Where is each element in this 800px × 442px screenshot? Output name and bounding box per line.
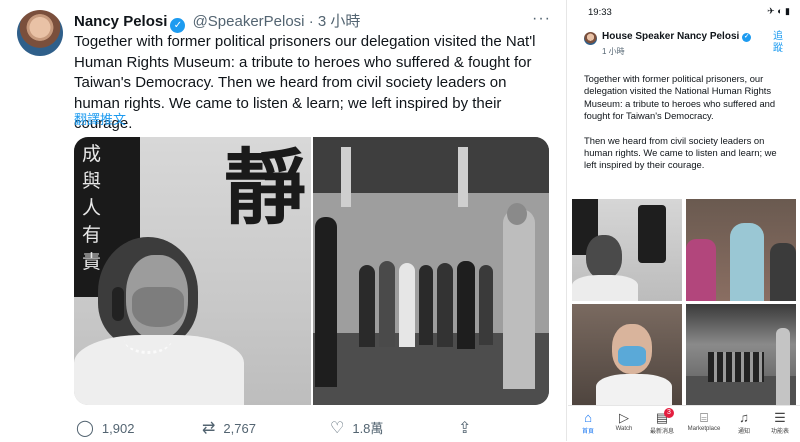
avatar[interactable] — [584, 32, 597, 45]
group-person — [479, 265, 493, 345]
tile-speaker — [776, 328, 790, 406]
speaker-person — [503, 209, 535, 389]
verified-badge-icon: ✓ — [170, 18, 186, 33]
author-name[interactable]: Nancy Pelosi — [74, 13, 167, 30]
author-handle[interactable]: @SpeakerPelosi — [193, 13, 305, 30]
notification-badge: 3 — [664, 408, 674, 418]
retweet-action[interactable]: ⇄ 2,767 — [202, 418, 256, 438]
tile-jacket — [572, 275, 638, 301]
grid-photo-listening[interactable] — [572, 304, 682, 406]
tab-label: Marketplace — [687, 426, 721, 432]
tab-home[interactable]: ⌂ 首頁 — [568, 410, 608, 435]
tab-notifications[interactable]: ♫ 通知 — [724, 410, 764, 435]
group-person-pelosi — [399, 263, 415, 347]
tab-marketplace[interactable]: ⌸ Marketplace — [682, 410, 726, 432]
tile-figure — [730, 223, 764, 301]
group-person — [359, 265, 375, 347]
tile-figure-left — [686, 239, 716, 301]
tweet-text: Together with former political prisoners… — [74, 33, 536, 132]
tile-mask — [618, 346, 646, 366]
calligraphy-char: 成 — [82, 143, 102, 165]
tile-figure — [586, 235, 622, 279]
tab-label: 最新消息 — [649, 429, 674, 435]
status-icons: ✈ ◐ ▮ — [767, 6, 790, 16]
tweet-header: Nancy Pelosi ✓ @SpeakerPelosi · 3 小時 — [74, 10, 360, 33]
reply-action[interactable]: ◯ 1,902 — [76, 418, 134, 438]
tile-jacket — [596, 374, 672, 406]
tile-group — [708, 352, 764, 382]
large-calligraphy-char: 靜 — [224, 140, 307, 236]
separator: · — [308, 13, 314, 30]
retweet-count: 2,767 — [223, 421, 256, 436]
tweet-time[interactable]: 3 小時 — [318, 13, 361, 30]
photo-pelosi-portrait[interactable]: 成 與 人 有 責 靜 — [74, 137, 311, 405]
post-text: Together with former political prisoners… — [584, 73, 784, 172]
tile-calligraphy — [638, 205, 666, 263]
grid-photo-speaking[interactable] — [686, 199, 796, 301]
verified-badge-icon: ✓ — [742, 33, 752, 42]
menu-icon: ☰ — [774, 410, 786, 425]
reply-icon: ◯ — [76, 420, 94, 437]
tab-menu[interactable]: ☰ 功能表 — [760, 410, 800, 435]
tile-figure-right — [770, 243, 796, 301]
post-time[interactable]: 1 小時 — [602, 46, 625, 57]
follow-button[interactable]: 追蹤 — [773, 31, 785, 55]
grid-photo-group[interactable] — [686, 304, 796, 406]
share-action[interactable]: ⇪ — [458, 418, 479, 438]
post-paragraph: Together with former political prisoners… — [584, 73, 776, 122]
tweet-media[interactable]: 成 與 人 有 責 靜 — [74, 137, 549, 405]
calligraphy-column: 成 與 人 有 責 — [82, 141, 108, 276]
post-photo-grid[interactable] — [572, 199, 796, 406]
news-icon: ▤ — [655, 410, 669, 425]
pearl-necklace — [124, 325, 172, 354]
tweet-card[interactable]: Nancy Pelosi ✓ @SpeakerPelosi · 3 小時 ··· … — [0, 0, 562, 441]
face-mask — [132, 287, 184, 327]
bell-icon: ♫ — [739, 410, 749, 425]
group-person — [457, 261, 475, 349]
home-icon: ⌂ — [584, 410, 592, 425]
calligraphy-char: 人 — [82, 197, 102, 219]
avatar[interactable] — [17, 10, 63, 56]
page-name[interactable]: House Speaker Nancy Pelosi ✓ — [602, 31, 752, 42]
tab-news[interactable]: ▤ 3 最新消息 — [642, 408, 682, 435]
tab-label: 首頁 — [581, 429, 594, 435]
tab-watch[interactable]: ▷ Watch — [604, 410, 644, 432]
panel-divider — [566, 0, 567, 441]
watch-icon: ▷ — [619, 410, 629, 425]
like-action[interactable]: ♡ 1.8萬 — [330, 418, 383, 438]
like-count: 1.8萬 — [352, 421, 384, 436]
person-left — [315, 217, 337, 387]
tab-label: 功能表 — [770, 429, 789, 435]
facebook-mobile-screenshot: 19:33 ✈ ◐ ▮ House Speaker Nancy Pelosi ✓… — [568, 0, 800, 441]
share-icon: ⇪ — [458, 420, 472, 437]
retweet-icon: ⇄ — [202, 420, 216, 437]
tab-label: Watch — [615, 426, 633, 432]
grid-photo-portrait[interactable] — [572, 199, 682, 301]
post-paragraph: Then we heard from civil society leaders… — [584, 134, 777, 171]
status-time: 19:33 — [588, 7, 612, 18]
group-person — [379, 261, 395, 347]
calligraphy-char: 有 — [82, 224, 102, 246]
speaker-head — [507, 203, 527, 225]
marketplace-icon: ⌸ — [700, 410, 708, 425]
bottom-tab-bar: ⌂ 首頁 ▷ Watch ▤ 3 最新消息 ⌸ Marketplace ♫ 通知… — [568, 405, 800, 442]
group-person — [419, 265, 433, 345]
reply-count: 1,902 — [101, 421, 135, 436]
more-icon[interactable]: ··· — [532, 10, 551, 28]
tab-label: 通知 — [737, 429, 750, 435]
like-icon: ♡ — [330, 420, 345, 437]
headset-icon — [112, 287, 124, 321]
calligraphy-char: 與 — [82, 170, 102, 192]
building-pillar — [341, 147, 351, 207]
group-person — [437, 263, 453, 347]
building-pillar — [458, 147, 468, 207]
translate-link[interactable]: 翻譯推文 — [74, 109, 126, 128]
page-name-text: House Speaker Nancy Pelosi — [602, 31, 740, 42]
photo-delegation-group[interactable] — [313, 137, 549, 405]
